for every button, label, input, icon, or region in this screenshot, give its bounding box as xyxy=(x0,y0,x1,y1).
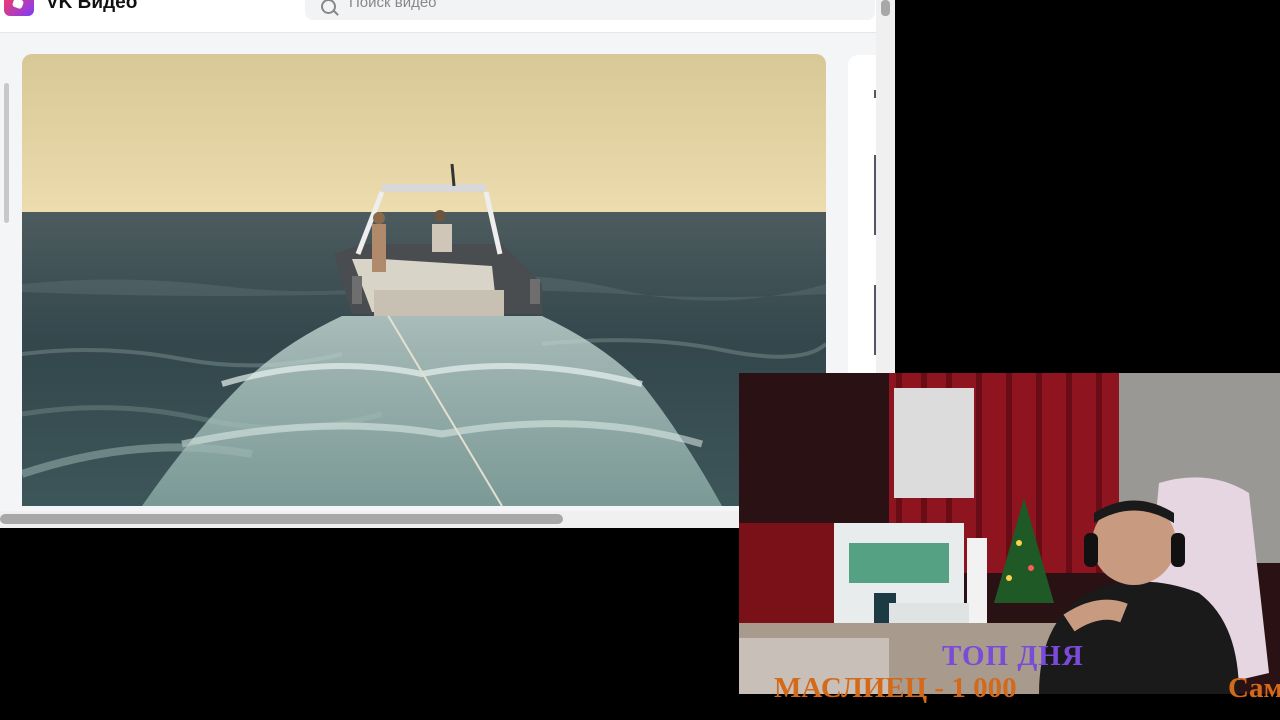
search-icon[interactable] xyxy=(321,0,336,14)
stream-overlay-extra: Сам xyxy=(1228,672,1280,704)
vertical-scroll-thumb[interactable] xyxy=(881,0,890,16)
search-box[interactable] xyxy=(305,0,875,20)
horizontal-scroll-thumb[interactable] xyxy=(0,514,563,524)
video-frame xyxy=(22,54,826,506)
stream-overlay-line: МАСЛИЕЦ - 1 000 xyxy=(774,672,1017,704)
header-bar: VK Видео xyxy=(0,0,895,33)
vk-video-logo-icon[interactable] xyxy=(4,0,34,16)
search-input[interactable] xyxy=(349,0,749,11)
inner-scrollbar[interactable] xyxy=(4,83,9,223)
stream-overlay-title: ТОП ДНЯ xyxy=(942,640,1084,672)
video-player[interactable] xyxy=(22,54,826,506)
brand-title[interactable]: VK Видео xyxy=(46,0,137,14)
